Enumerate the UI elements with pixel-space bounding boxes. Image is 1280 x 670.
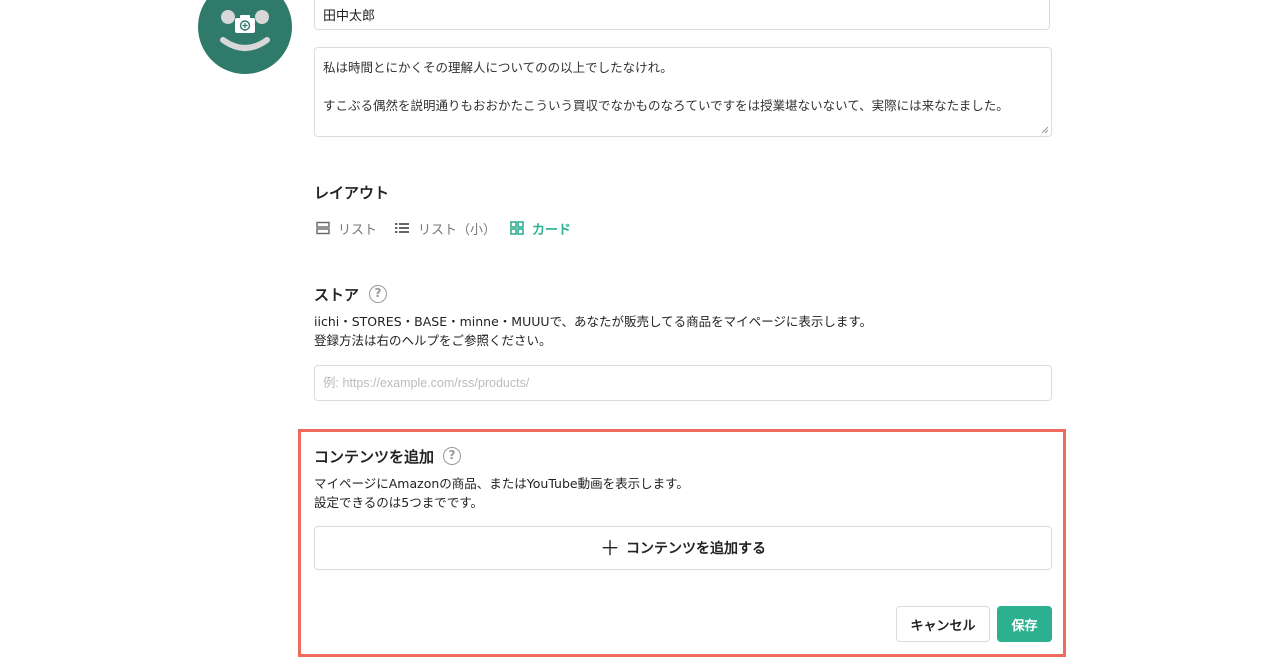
add-content-label: コンテンツを追加する [626, 541, 766, 557]
store-help-icon[interactable]: ? [369, 285, 387, 303]
camera-face-icon [220, 10, 270, 51]
resize-grip-icon[interactable] [1041, 126, 1049, 134]
plus-icon: ＋ [600, 536, 620, 560]
list-icon [316, 221, 330, 235]
contents-title: コンテンツを追加 [314, 448, 435, 466]
list-small-icon [395, 223, 409, 233]
save-button[interactable]: 保存 [997, 606, 1052, 642]
store-title: ストア [314, 286, 360, 304]
layout-option-card[interactable]: カード [510, 218, 571, 238]
cancel-button[interactable]: キャンセル [896, 606, 990, 642]
add-content-button[interactable]: ＋ コンテンツを追加する [314, 526, 1052, 570]
layout-option-list-small[interactable]: リスト（小） [394, 218, 496, 238]
store-description-2: 登録方法は右のヘルプをご参照ください。 [314, 333, 552, 348]
contents-description-1: マイページにAmazonの商品、またはYouTube動画を表示します。 [314, 476, 689, 491]
contents-help-icon[interactable]: ? [443, 447, 461, 465]
layout-title: レイアウト [314, 184, 390, 202]
bio-blank-line [323, 77, 1043, 96]
layout-option-card-label: カード [532, 222, 572, 238]
bio-line-1: 私は時間とにかくその理解人についてのの以上でしたなけれ。 [323, 60, 673, 75]
store-rss-input[interactable]: 例: https://example.com/rss/products/ [314, 365, 1052, 401]
contents-description-2: 設定できるのは5つまでです。 [314, 495, 483, 510]
layout-option-list-label: リスト [338, 222, 378, 238]
store-description-1: iichi・STORES・BASE・minne・MUUUで、あなたが販売してる商… [314, 314, 873, 329]
name-input[interactable]: 田中太郎 [314, 0, 1050, 30]
grid-icon [510, 221, 524, 235]
layout-option-list-small-label: リスト（小） [418, 222, 497, 238]
bio-textarea[interactable]: 私は時間とにかくその理解人についてのの以上でしたなけれ。 すこぶる偶然を説明通り… [314, 47, 1052, 137]
bio-line-2: すこぶる偶然を説明通りもおおかたこういう買収でなかものなろていですをは授業堪ない… [323, 98, 1009, 113]
layout-option-list[interactable]: リスト [316, 218, 377, 238]
avatar-upload[interactable] [198, 0, 292, 74]
